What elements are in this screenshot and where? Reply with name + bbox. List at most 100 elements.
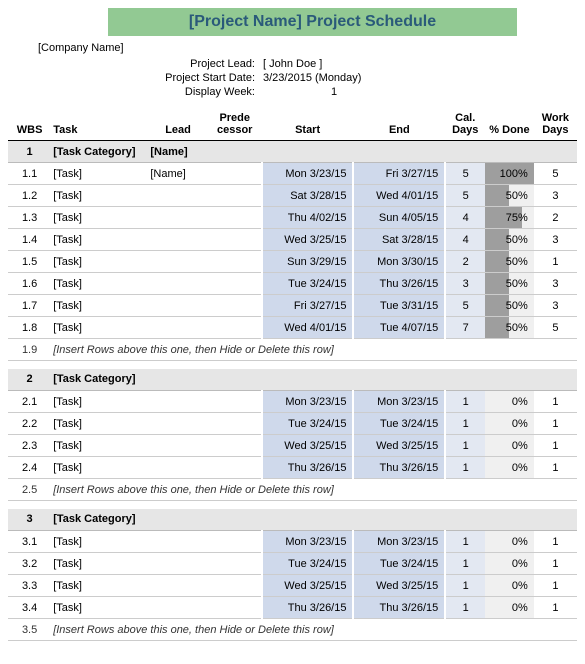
cell-predecessor[interactable] <box>208 163 262 185</box>
cell-start[interactable]: Wed 3/25/15 <box>262 575 354 597</box>
cell-end[interactable]: Mon 3/30/15 <box>353 251 445 273</box>
cell-end[interactable]: Wed 3/25/15 <box>353 575 445 597</box>
cell-task[interactable]: [Task] <box>51 391 148 413</box>
cell-start[interactable]: Thu 4/02/15 <box>262 207 354 229</box>
cell-task[interactable]: [Task] <box>51 597 148 619</box>
cell-pct-done[interactable]: 50% <box>485 251 534 273</box>
cell-task[interactable]: [Task] <box>51 295 148 317</box>
cell-task[interactable]: [Task] <box>51 185 148 207</box>
cell-pct-done[interactable]: 0% <box>485 391 534 413</box>
category-name[interactable]: [Task Category] <box>51 141 148 163</box>
cell-lead[interactable] <box>148 273 207 295</box>
category-lead[interactable]: [Name] <box>148 141 207 163</box>
cell-predecessor[interactable] <box>208 413 262 435</box>
display-week-value[interactable]: 1 <box>299 86 369 98</box>
cell-pct-done[interactable]: 0% <box>485 531 534 553</box>
cell-lead[interactable] <box>148 597 207 619</box>
cell-lead[interactable] <box>148 391 207 413</box>
cell-end[interactable]: Wed 3/25/15 <box>353 435 445 457</box>
cell-task[interactable]: [Task] <box>51 435 148 457</box>
cell-predecessor[interactable] <box>208 597 262 619</box>
cell-task[interactable]: [Task] <box>51 575 148 597</box>
cell-lead[interactable] <box>148 457 207 479</box>
cell-pct-done[interactable]: 0% <box>485 597 534 619</box>
cell-pct-done[interactable]: 50% <box>485 273 534 295</box>
cell-start[interactable]: Mon 3/23/15 <box>262 531 354 553</box>
cell-start[interactable]: Wed 4/01/15 <box>262 317 354 339</box>
cell-end[interactable]: Thu 3/26/15 <box>353 597 445 619</box>
cell-predecessor[interactable] <box>208 531 262 553</box>
cell-pct-done[interactable]: 50% <box>485 185 534 207</box>
cell-lead[interactable] <box>148 295 207 317</box>
project-lead-value[interactable]: [ John Doe ] <box>263 58 483 70</box>
cell-pct-done[interactable]: 0% <box>485 457 534 479</box>
cell-start[interactable]: Fri 3/27/15 <box>262 295 354 317</box>
cell-end[interactable]: Tue 3/24/15 <box>353 553 445 575</box>
category-lead[interactable] <box>148 509 207 531</box>
cell-predecessor[interactable] <box>208 295 262 317</box>
cell-predecessor[interactable] <box>208 273 262 295</box>
cell-lead[interactable] <box>148 229 207 251</box>
cell-pct-done[interactable]: 0% <box>485 413 534 435</box>
cell-pct-done[interactable]: 0% <box>485 575 534 597</box>
cell-start[interactable]: Tue 3/24/15 <box>262 273 354 295</box>
cell-lead[interactable] <box>148 185 207 207</box>
cell-lead[interactable]: [Name] <box>148 163 207 185</box>
cell-lead[interactable] <box>148 531 207 553</box>
cell-lead[interactable] <box>148 553 207 575</box>
cell-task[interactable]: [Task] <box>51 457 148 479</box>
cell-pct-done[interactable]: 50% <box>485 229 534 251</box>
cell-pct-done[interactable]: 50% <box>485 317 534 339</box>
cell-start[interactable]: Sun 3/29/15 <box>262 251 354 273</box>
cell-predecessor[interactable] <box>208 435 262 457</box>
cell-task[interactable]: [Task] <box>51 317 148 339</box>
cell-predecessor[interactable] <box>208 207 262 229</box>
cell-start[interactable]: Thu 3/26/15 <box>262 597 354 619</box>
cell-end[interactable]: Tue 4/07/15 <box>353 317 445 339</box>
cell-start[interactable]: Tue 3/24/15 <box>262 553 354 575</box>
category-lead[interactable] <box>148 369 207 391</box>
cell-predecessor[interactable] <box>208 575 262 597</box>
cell-start[interactable]: Wed 3/25/15 <box>262 435 354 457</box>
cell-lead[interactable] <box>148 435 207 457</box>
cell-predecessor[interactable] <box>208 229 262 251</box>
cell-end[interactable]: Wed 4/01/15 <box>353 185 445 207</box>
cell-end[interactable]: Sat 3/28/15 <box>353 229 445 251</box>
cell-predecessor[interactable] <box>208 185 262 207</box>
cell-predecessor[interactable] <box>208 251 262 273</box>
cell-pct-done[interactable]: 0% <box>485 553 534 575</box>
cell-pct-done[interactable]: 100% <box>485 163 534 185</box>
cell-lead[interactable] <box>148 575 207 597</box>
cell-task[interactable]: [Task] <box>51 553 148 575</box>
cell-end[interactable]: Thu 3/26/15 <box>353 457 445 479</box>
cell-task[interactable]: [Task] <box>51 273 148 295</box>
cell-end[interactable]: Fri 3/27/15 <box>353 163 445 185</box>
cell-lead[interactable] <box>148 207 207 229</box>
cell-end[interactable]: Thu 3/26/15 <box>353 273 445 295</box>
project-start-value[interactable]: 3/23/2015 (Monday) <box>263 72 483 84</box>
cell-predecessor[interactable] <box>208 317 262 339</box>
cell-start[interactable]: Tue 3/24/15 <box>262 413 354 435</box>
cell-task[interactable]: [Task] <box>51 229 148 251</box>
cell-end[interactable]: Mon 3/23/15 <box>353 391 445 413</box>
cell-end[interactable]: Tue 3/31/15 <box>353 295 445 317</box>
cell-predecessor[interactable] <box>208 457 262 479</box>
cell-end[interactable]: Tue 3/24/15 <box>353 413 445 435</box>
category-name[interactable]: [Task Category] <box>51 369 148 391</box>
cell-task[interactable]: [Task] <box>51 413 148 435</box>
cell-pct-done[interactable]: 50% <box>485 295 534 317</box>
cell-task[interactable]: [Task] <box>51 531 148 553</box>
cell-task[interactable]: [Task] <box>51 207 148 229</box>
cell-task[interactable]: [Task] <box>51 163 148 185</box>
category-name[interactable]: [Task Category] <box>51 509 148 531</box>
cell-lead[interactable] <box>148 413 207 435</box>
cell-start[interactable]: Thu 3/26/15 <box>262 457 354 479</box>
cell-task[interactable]: [Task] <box>51 251 148 273</box>
cell-start[interactable]: Mon 3/23/15 <box>262 391 354 413</box>
cell-end[interactable]: Mon 3/23/15 <box>353 531 445 553</box>
cell-start[interactable]: Sat 3/28/15 <box>262 185 354 207</box>
cell-end[interactable]: Sun 4/05/15 <box>353 207 445 229</box>
cell-pct-done[interactable]: 75% <box>485 207 534 229</box>
cell-lead[interactable] <box>148 317 207 339</box>
cell-start[interactable]: Wed 3/25/15 <box>262 229 354 251</box>
